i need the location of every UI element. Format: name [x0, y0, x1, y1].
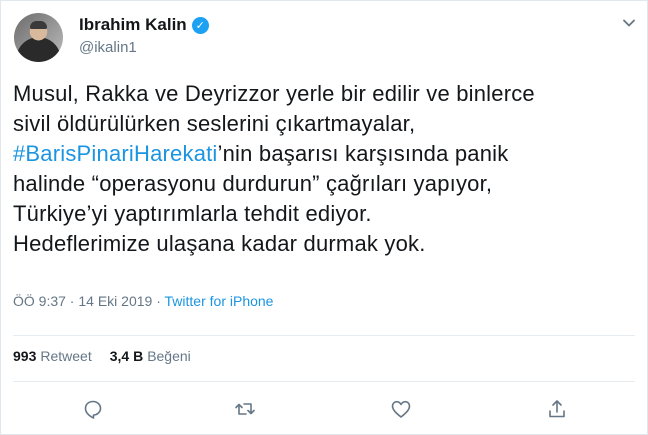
- tweet-line: Hedeflerimize ulaşana kadar durmak yok.: [13, 231, 426, 256]
- retweet-stat[interactable]: 993 Retweet: [13, 348, 92, 364]
- author-name[interactable]: Ibrahim Kalin: [79, 15, 187, 35]
- like-stat[interactable]: 3,4 B Beğeni: [110, 348, 191, 364]
- retweet-count: 993: [13, 348, 37, 364]
- tweet-date[interactable]: 14 Eki 2019: [78, 293, 152, 309]
- author-handle[interactable]: @ikalin1: [79, 39, 137, 56]
- tweet-line: sivil öldürülürken seslerini çıkartmayal…: [13, 111, 416, 136]
- retweet-label: Retweet: [40, 348, 92, 364]
- avatar[interactable]: [14, 13, 63, 62]
- hashtag-link[interactable]: #BarisPinariHarekati: [13, 141, 218, 166]
- tweet-card: Ibrahim Kalin ✓ @ikalin1 Musul, Rakka ve…: [0, 0, 648, 435]
- divider: [13, 381, 635, 382]
- author-row: Ibrahim Kalin ✓: [79, 15, 209, 35]
- tweet-meta: ÖÖ 9:37 · 14 Eki 2019 · Twitter for iPho…: [13, 293, 273, 309]
- meta-separator: ·: [65, 293, 79, 309]
- divider: [13, 335, 635, 336]
- tweet-time[interactable]: ÖÖ 9:37: [13, 293, 66, 309]
- retweet-icon[interactable]: [233, 397, 257, 421]
- tweet-line: Türkiye’yi yaptırımlarla tehdit ediyor.: [13, 201, 372, 226]
- chevron-down-icon[interactable]: [621, 15, 637, 31]
- meta-separator: ·: [152, 293, 165, 309]
- action-bar: [1, 397, 648, 421]
- like-count: 3,4 B: [109, 348, 144, 364]
- like-label: Beğeni: [147, 348, 191, 364]
- tweet-line: halinde “operasyonu durdurun” çağrıları …: [13, 171, 493, 196]
- tweet-source-link[interactable]: Twitter for iPhone: [165, 293, 274, 309]
- tweet-text: Musul, Rakka ve Deyrizzor yerle bir edil…: [13, 79, 633, 259]
- tweet-line-hashtag: #BarisPinariHarekati’nin başarısı karşıs…: [13, 139, 633, 169]
- tweet-stats: 993 Retweet 3,4 B Beğeni: [13, 348, 191, 364]
- tweet-line-rest: ’nin başarısı karşısında panik: [217, 141, 509, 166]
- share-icon[interactable]: [545, 397, 569, 421]
- reply-icon[interactable]: [81, 397, 105, 421]
- verified-badge-icon: ✓: [191, 16, 209, 34]
- heart-icon[interactable]: [389, 397, 413, 421]
- tweet-line: Musul, Rakka ve Deyrizzor yerle bir edil…: [13, 81, 535, 106]
